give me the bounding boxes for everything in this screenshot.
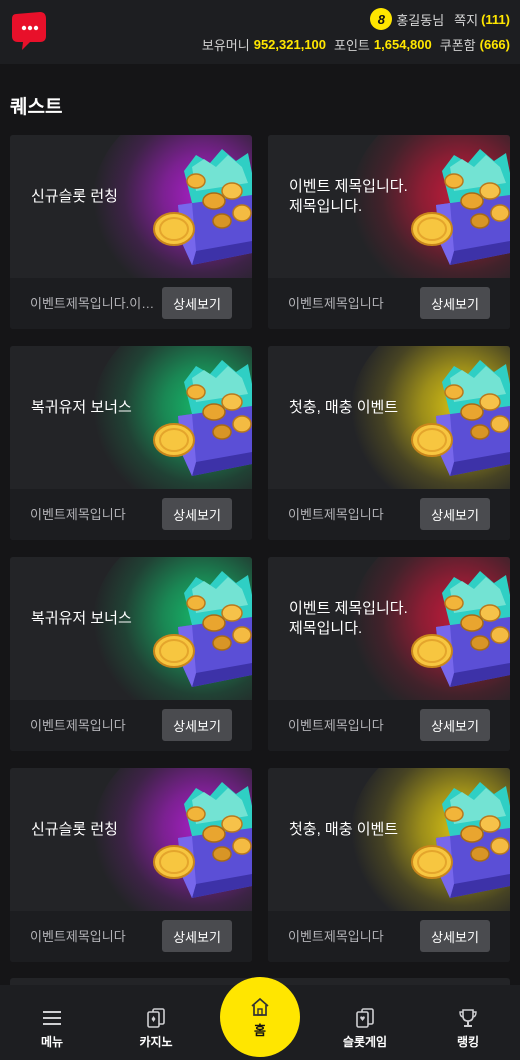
detail-button[interactable]: 상세보기: [162, 920, 232, 952]
quest-card-footer: 이벤트제목입니다 상세보기: [10, 911, 252, 962]
treasure-chest-icon: [411, 782, 510, 898]
detail-button[interactable]: 상세보기: [420, 709, 490, 741]
money-value: 952,321,100: [253, 36, 327, 52]
nav-menu-label: 메뉴: [40, 1035, 64, 1049]
detail-button[interactable]: 상세보기: [420, 498, 490, 530]
quest-card-banner: 이벤트 제목입니다. 제목입니다.: [268, 135, 510, 278]
quest-card-banner: 첫충, 매충 이벤트: [268, 768, 510, 911]
quest-card[interactable]: 신규슬롯 런칭이벤트제목입니다 상세보기: [10, 768, 252, 962]
quest-card-footer: 이벤트제목입니다 상세보기: [268, 278, 510, 329]
quest-title: 첫충, 매충 이벤트: [289, 821, 399, 838]
quest-title: 이벤트 제목입니다. 제목입니다.: [289, 178, 408, 215]
trophy-icon: [459, 1009, 477, 1027]
quest-card-banner: 복귀유저 보너스: [10, 557, 252, 700]
nav-home-label: 홈: [254, 1022, 266, 1038]
page-title: 퀘스트: [10, 97, 63, 118]
coupon-label[interactable]: 쿠폰함: [440, 35, 476, 54]
quest-card[interactable]: 복귀유저 보너스이벤트제목입니다 상세보기: [10, 346, 252, 540]
detail-button[interactable]: 상세보기: [162, 498, 232, 530]
nav-ranking[interactable]: 랭킹: [423, 985, 513, 1060]
quest-card-footer: 이벤트제목입니다 상세보기: [268, 700, 510, 751]
detail-button[interactable]: 상세보기: [420, 920, 490, 952]
quest-subtitle: 이벤트제목입니다: [30, 929, 126, 944]
quest-card-footer: 이벤트제목입니다 상세보기: [268, 489, 510, 540]
balance-row: 보유머니 952,321,100 포인트 1,654,800 쿠폰함 (666): [202, 35, 510, 53]
treasure-chest-icon: [153, 571, 252, 687]
user-info-row: 8 홍길동님 쪽지 (111): [370, 8, 510, 30]
level-badge: 8: [370, 8, 393, 30]
detail-button[interactable]: 상세보기: [162, 287, 232, 319]
treasure-chest-icon: [411, 360, 510, 476]
money-label: 보유머니: [201, 37, 250, 53]
quest-title: 이벤트 제목입니다. 제목입니다.: [289, 600, 408, 637]
slot-cards-icon: [356, 1008, 374, 1028]
hamburger-icon: [43, 1011, 61, 1025]
house-icon: [251, 997, 269, 1016]
quest-title: 첫충, 매충 이벤트: [289, 399, 399, 416]
messages-label[interactable]: 쪽지: [454, 10, 478, 29]
quest-title: 신규슬롯 런칭: [31, 821, 118, 838]
point-value: 1,654,800: [373, 36, 432, 52]
quest-card-banner: 신규슬롯 런칭: [10, 768, 252, 911]
point-label: 포인트: [334, 37, 370, 53]
nav-slot-label: 슬롯게임: [342, 1035, 388, 1049]
quest-subtitle: 이벤트제목입니다: [288, 718, 384, 733]
quest-title: 복귀유저 보너스: [31, 610, 132, 627]
quest-card[interactable]: 첫충, 매충 이벤트이벤트제목입니다 상세보기: [268, 768, 510, 962]
treasure-chest-icon: [411, 149, 510, 265]
quest-card[interactable]: 복귀유저 보너스이벤트제목입니다 상세보기: [10, 557, 252, 751]
treasure-chest-icon: [153, 360, 252, 476]
treasure-chest-icon: [411, 571, 510, 687]
logo-icon[interactable]: [10, 10, 48, 52]
cards-icon: [147, 1008, 165, 1028]
quest-card[interactable]: 첫충, 매충 이벤트이벤트제목입니다 상세보기: [268, 346, 510, 540]
quest-card-banner: 복귀유저 보너스: [10, 346, 252, 489]
messages-count[interactable]: (111): [481, 12, 510, 27]
quest-card-footer: 이벤트제목입니다.이벤트제목입니다. 상세보기: [10, 278, 252, 329]
nav-casino-label: 카지노: [139, 1035, 173, 1049]
nav-slot[interactable]: 슬롯게임: [320, 985, 410, 1060]
quest-card-footer: 이벤트제목입니다 상세보기: [268, 911, 510, 962]
nav-home-button[interactable]: 홈: [220, 977, 300, 1057]
quest-card-footer: 이벤트제목입니다 상세보기: [10, 489, 252, 540]
detail-button[interactable]: 상세보기: [420, 287, 490, 319]
quest-subtitle: 이벤트제목입니다.이벤트제목입니다.: [30, 296, 158, 311]
username[interactable]: 홍길동님: [396, 10, 444, 29]
nav-ranking-label: 랭킹: [456, 1035, 480, 1049]
quest-title: 복귀유저 보너스: [31, 399, 132, 416]
coupon-count[interactable]: (666): [480, 37, 510, 52]
nav-casino[interactable]: 카지노: [111, 985, 201, 1060]
quest-subtitle: 이벤트제목입니다: [288, 296, 384, 311]
quest-card-banner: 이벤트 제목입니다. 제목입니다.: [268, 557, 510, 700]
top-header: 8 홍길동님 쪽지 (111) 보유머니 952,321,100 포인트 1,6…: [0, 0, 520, 64]
quest-subtitle: 이벤트제목입니다: [30, 718, 126, 733]
detail-button[interactable]: 상세보기: [162, 709, 232, 741]
quest-card-banner: 첫충, 매충 이벤트: [268, 346, 510, 489]
nav-menu[interactable]: 메뉴: [7, 985, 97, 1060]
quest-title: 신규슬롯 런칭: [31, 188, 118, 205]
quest-subtitle: 이벤트제목입니다: [288, 929, 384, 944]
quest-subtitle: 이벤트제목입니다: [288, 507, 384, 522]
quest-card[interactable]: 이벤트 제목입니다. 제목입니다. 이벤트제목입니다 상세보기: [268, 135, 510, 329]
quest-card-footer: 이벤트제목입니다 상세보기: [10, 700, 252, 751]
quest-subtitle: 이벤트제목입니다: [30, 507, 126, 522]
treasure-chest-icon: [153, 782, 252, 898]
quest-card[interactable]: 신규슬롯 런칭이벤트제목입니다.이벤트제목입니다. 상세보기: [10, 135, 252, 329]
treasure-chest-icon: [153, 149, 252, 265]
quest-card[interactable]: 이벤트 제목입니다. 제목입니다. 이벤트제목입니다 상세보기: [268, 557, 510, 751]
quest-grid: 신규슬롯 런칭이벤트제목입니다.이벤트제목입니다.상세보기 이벤트 제목입니다.…: [10, 135, 510, 962]
quest-card-banner: 신규슬롯 런칭: [10, 135, 252, 278]
